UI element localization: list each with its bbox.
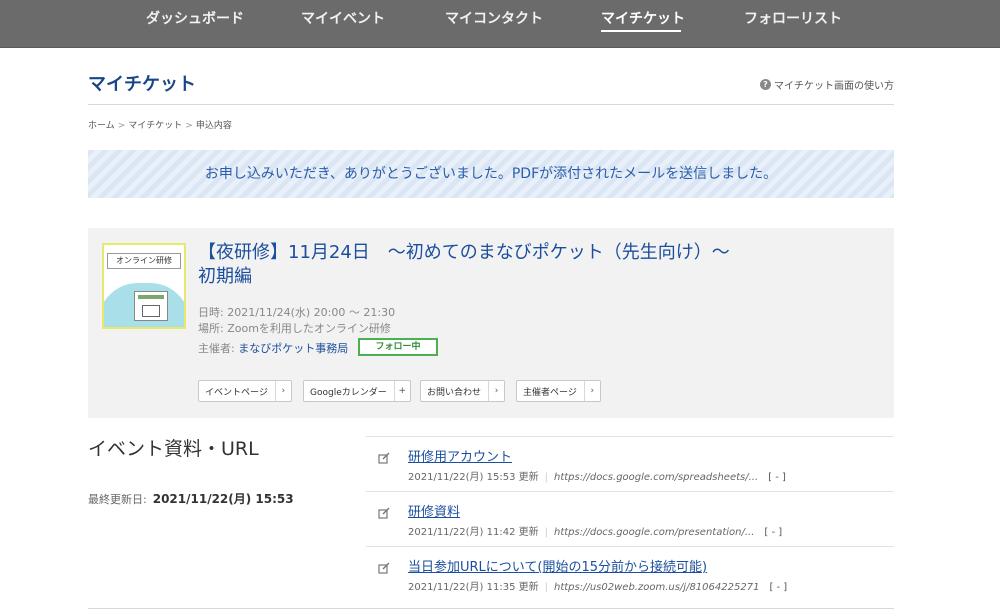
plus-icon: + xyxy=(393,381,410,401)
meta-separator: | xyxy=(544,582,548,593)
event-summary: オンライン研修 【夜研修】11月24日 ～初めてのまなびポケット（先生向け）～初… xyxy=(88,228,894,418)
event-page-button-label: イベントページ xyxy=(205,387,268,398)
event-place: 場所: Zoomを利用したオンライン研修 xyxy=(198,322,391,335)
last-updated-label: 最終更新日: xyxy=(88,493,147,506)
organizer-page-button-label: 主催者ページ xyxy=(523,387,577,398)
event-datetime: 日時: 2021/11/24(水) 20:00 ～ 21:30 xyxy=(198,306,396,319)
resource-updated: 2021/11/22(月) 11:35 更新 xyxy=(408,582,539,593)
question-circle-icon: ? xyxy=(760,79,771,90)
help-link[interactable]: ? マイチケット画面の使い方 xyxy=(760,77,894,92)
organizer-page-button[interactable]: 主催者ページ › xyxy=(516,380,601,402)
breadcrumb-current: 申込内容 xyxy=(195,121,232,131)
resource-link[interactable]: 当日参加URLについて(開始の15分前から接続可能) xyxy=(408,556,707,575)
thumbnail-label: オンライン研修 xyxy=(107,253,181,269)
resource-item: 当日参加URLについて(開始の15分前から接続可能) 2021/11/22(月)… xyxy=(366,546,894,601)
resource-expand-toggle[interactable]: [ - ] xyxy=(769,582,787,593)
monitor-icon xyxy=(142,305,160,317)
breadcrumb-my-tickets[interactable]: マイチケット xyxy=(128,121,182,131)
resource-url[interactable]: https://docs.google.com/spreadsheets/... xyxy=(554,472,758,483)
google-calendar-button-label: Googleカレンダー xyxy=(310,387,387,398)
resource-meta: 2021/11/22(月) 15:53 更新 | https://docs.goog… xyxy=(408,468,786,483)
manabi-pocket-logo-icon xyxy=(138,295,164,299)
resource-link[interactable]: 研修資料 xyxy=(408,501,460,520)
event-page-button[interactable]: イベントページ › xyxy=(198,380,292,402)
edit-link-icon xyxy=(378,562,390,574)
organizer-prefix: 主催者: xyxy=(198,342,235,355)
top-nav: ダッシュボード マイイベント マイコンタクト マイチケット フォローリスト xyxy=(0,0,1000,48)
meta-separator: | xyxy=(544,472,548,483)
nav-item-my-tickets[interactable]: マイチケット xyxy=(601,8,685,28)
resource-url[interactable]: https://us02web.zoom.us/j/81064225271 xyxy=(554,582,759,593)
breadcrumb-separator: > xyxy=(117,121,126,131)
resource-item: 研修用アカウント 2021/11/22(月) 15:53 更新 | https://… xyxy=(366,436,894,491)
resources-last-updated: 最終更新日: 2021/11/22(月) 15:53 xyxy=(88,490,294,507)
breadcrumb: ホーム > マイチケット > 申込内容 xyxy=(88,118,232,131)
resource-expand-toggle[interactable]: [ - ] xyxy=(764,527,782,538)
section-divider xyxy=(88,608,894,609)
resource-meta: 2021/11/22(月) 11:35 更新 | https://us02web.z… xyxy=(408,578,787,593)
resource-item: 研修資料 2021/11/22(月) 11:42 更新 | https://docs… xyxy=(366,491,894,546)
edit-link-icon xyxy=(378,507,390,519)
resources-title: イベント資料・URL xyxy=(88,438,259,460)
breadcrumb-home[interactable]: ホーム xyxy=(88,121,115,131)
last-updated-value: 2021/11/22(月) 15:53 xyxy=(152,492,294,506)
edit-link-icon xyxy=(378,452,390,464)
resource-url[interactable]: https://docs.google.com/presentation/... xyxy=(554,527,754,538)
breadcrumb-separator: > xyxy=(185,121,193,131)
header-divider xyxy=(88,104,894,105)
event-title[interactable]: 【夜研修】11月24日 ～初めてのまなびポケット（先生向け）～初期編 xyxy=(198,241,738,289)
page-title: マイチケット xyxy=(88,74,196,95)
organizer-link[interactable]: まなびポケット事務局 xyxy=(238,342,348,355)
contact-button-label: お問い合わせ xyxy=(427,387,482,398)
nav-item-my-events[interactable]: マイイベント xyxy=(301,8,385,28)
chevron-right-icon: › xyxy=(583,381,600,401)
contact-button[interactable]: お問い合わせ › xyxy=(420,380,506,402)
resource-updated: 2021/11/22(月) 15:53 更新 xyxy=(408,472,539,483)
resource-updated: 2021/11/22(月) 11:42 更新 xyxy=(408,527,539,538)
meta-separator: | xyxy=(544,527,548,538)
nav-item-follow-list[interactable]: フォローリスト xyxy=(744,8,842,28)
resource-expand-toggle[interactable]: [ - ] xyxy=(768,472,786,483)
confirmation-banner: お申し込みいただき、ありがとうございました。PDFが添付されたメールを送信しまし… xyxy=(88,150,894,198)
chevron-right-icon: › xyxy=(488,381,504,401)
resource-link[interactable]: 研修用アカウント xyxy=(408,446,512,465)
chevron-right-icon: › xyxy=(274,381,291,401)
nav-item-dashboard[interactable]: ダッシュボード xyxy=(146,8,244,28)
resource-meta: 2021/11/22(月) 11:42 更新 | https://docs.goog… xyxy=(408,523,782,538)
event-organizer: 主催者: まなびポケット事務局 xyxy=(198,340,348,356)
nav-item-my-contacts[interactable]: マイコンタクト xyxy=(445,8,543,28)
help-link-label: マイチケット画面の使い方 xyxy=(774,81,894,92)
nav-active-underline xyxy=(601,30,681,32)
google-calendar-button[interactable]: Googleカレンダー + xyxy=(303,380,411,402)
event-thumbnail[interactable]: オンライン研修 xyxy=(102,243,186,329)
follow-button[interactable]: フォロー中 xyxy=(358,338,438,356)
